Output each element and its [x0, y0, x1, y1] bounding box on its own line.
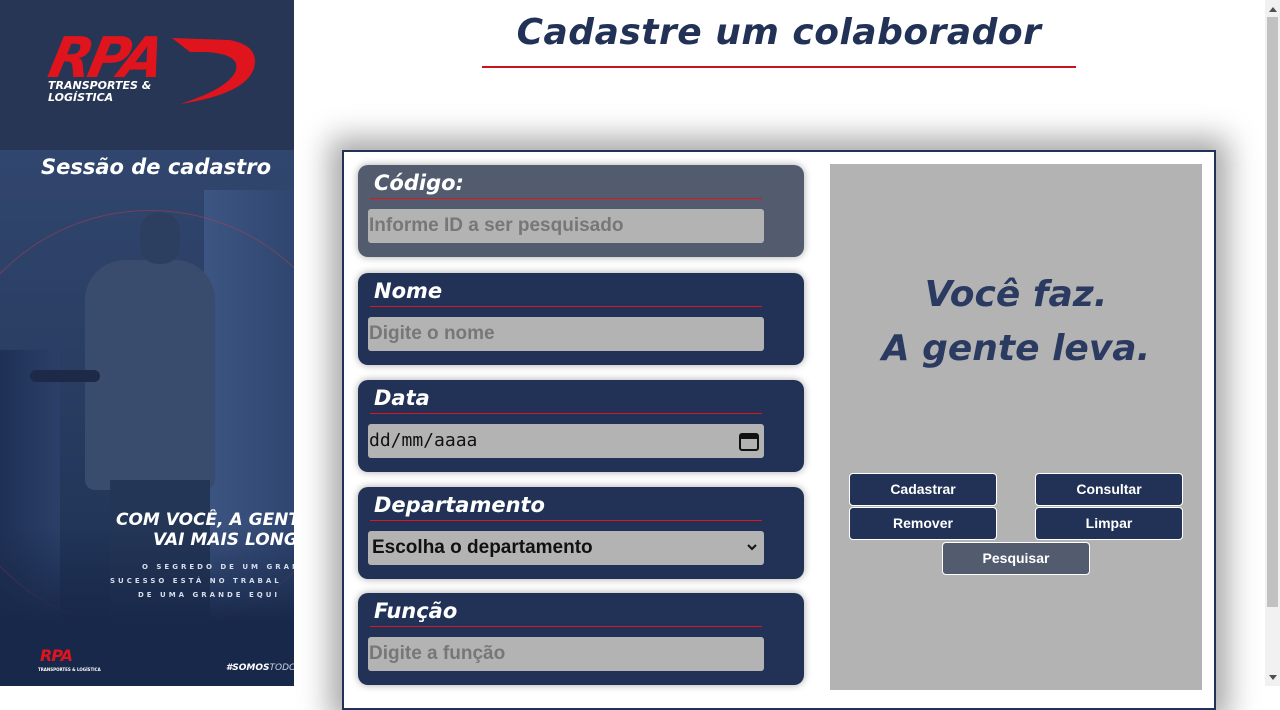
field-nome: Nome Digite o nome [358, 273, 804, 365]
mini-rpa-logo: RPA [40, 646, 73, 665]
title-underline [482, 66, 1076, 68]
photo-person-head [140, 212, 180, 264]
photo-pallet-jack [30, 370, 100, 382]
consultar-button[interactable]: Consultar [1035, 473, 1183, 506]
right-panel: Você faz. A gente leva. [828, 162, 1204, 692]
panel-slogan-line2: A gente leva. [881, 328, 1151, 369]
funcao-input[interactable]: Digite a função [368, 637, 764, 671]
sidebar-tagline-3: DE UMA GRANDE EQUI [138, 591, 280, 599]
logo-subtitle: TRANSPORTES & LOGÍSTICA [48, 80, 151, 104]
field-data: Data dd/mm/aaaa [358, 380, 804, 472]
section-title: Sessão de cadastro [41, 155, 272, 179]
chevron-down-icon [747, 544, 757, 551]
data-input-value: dd/mm/aaaa [369, 430, 478, 451]
hashtag-rest: TODOS [269, 663, 294, 673]
sidebar-slogan-line2: VAI MAIS LONG [153, 530, 294, 550]
nome-rule [370, 306, 762, 307]
departamento-selected: Escolha o departamento [372, 537, 593, 558]
photo-person-body [85, 260, 215, 490]
departamento-label: Departamento [374, 493, 545, 517]
sidebar-tagline-1: O SEGREDO DE UM GRAN [142, 563, 294, 571]
panel-slogan: Você faz. A gente leva. [830, 268, 1202, 376]
data-rule [370, 413, 762, 414]
data-input[interactable]: dd/mm/aaaa [368, 424, 764, 458]
scrollbar-thumb[interactable] [1267, 17, 1278, 607]
scroll-down-icon[interactable] [1265, 669, 1280, 686]
codigo-label: Código: [374, 171, 464, 195]
funcao-label: Função [374, 599, 458, 623]
limpar-button[interactable]: Limpar [1035, 507, 1183, 540]
data-label: Data [374, 386, 430, 410]
calendar-icon[interactable] [738, 430, 760, 452]
panel-slogan-line1: Você faz. [924, 274, 1108, 315]
sidebar-slogan-line1: COM VOCÊ, A GENT [116, 510, 294, 530]
sidebar-tagline-2: SUCESSO ESTÁ NO TRABAL [110, 577, 282, 585]
nome-input[interactable]: Digite o nome [368, 317, 764, 351]
field-funcao: Função Digite a função [358, 593, 804, 685]
logo-sub-line2: LOGÍSTICA [48, 91, 114, 104]
pesquisar-button[interactable]: Pesquisar [942, 542, 1090, 575]
departamento-rule [370, 520, 762, 521]
worker-photo [0, 150, 294, 686]
sidebar: RPA TRANSPORTES & LOGÍSTICA Sessão de ca… [0, 0, 294, 686]
funcao-rule [370, 626, 762, 627]
departamento-select[interactable]: Escolha o departamento [368, 531, 764, 565]
vertical-scrollbar[interactable] [1265, 0, 1280, 686]
hashtag-bold: #SOMOS [226, 663, 270, 673]
codigo-rule [370, 198, 762, 199]
hashtag: #SOMOSTODOS [226, 663, 294, 673]
field-codigo: Código: Informe ID a ser pesquisado [358, 165, 804, 257]
scroll-up-icon[interactable] [1265, 0, 1280, 17]
codigo-input[interactable]: Informe ID a ser pesquisado [368, 209, 764, 243]
logo-area: RPA TRANSPORTES & LOGÍSTICA [0, 0, 294, 150]
remover-button[interactable]: Remover [849, 507, 997, 540]
cadastrar-button[interactable]: Cadastrar [849, 473, 997, 506]
logo-swoosh-icon [172, 38, 255, 104]
nome-label: Nome [374, 279, 443, 303]
mini-logo-subtitle: TRANSPORTES & LOGÍSTICA [38, 667, 101, 672]
page-title: Cadastre um colaborador [516, 12, 1042, 53]
field-departamento: Departamento Escolha o departamento [358, 487, 804, 579]
